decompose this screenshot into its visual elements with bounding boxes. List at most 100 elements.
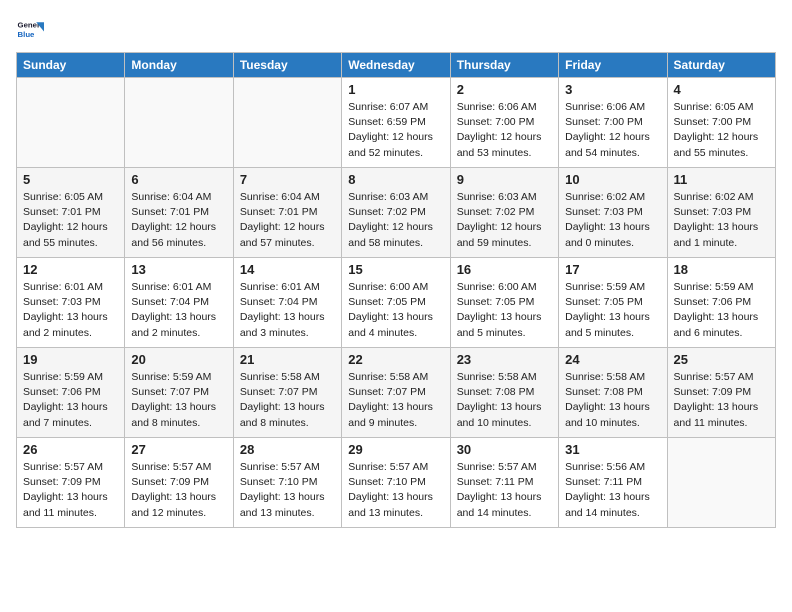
day-info: Sunrise: 5:59 AM Sunset: 7:07 PM Dayligh… — [131, 370, 226, 431]
day-info: Sunrise: 6:02 AM Sunset: 7:03 PM Dayligh… — [565, 190, 660, 251]
day-number: 26 — [23, 442, 118, 457]
day-info: Sunrise: 6:02 AM Sunset: 7:03 PM Dayligh… — [674, 190, 769, 251]
day-info: Sunrise: 6:00 AM Sunset: 7:05 PM Dayligh… — [348, 280, 443, 341]
day-number: 30 — [457, 442, 552, 457]
day-number: 11 — [674, 172, 769, 187]
day-number: 5 — [23, 172, 118, 187]
day-info: Sunrise: 5:59 AM Sunset: 7:06 PM Dayligh… — [674, 280, 769, 341]
calendar-cell: 30 Sunrise: 5:57 AM Sunset: 7:11 PM Dayli… — [450, 438, 558, 528]
day-info: Sunrise: 6:05 AM Sunset: 7:01 PM Dayligh… — [23, 190, 118, 251]
calendar-cell: 18 Sunrise: 5:59 AM Sunset: 7:06 PM Dayli… — [667, 258, 775, 348]
weekday-header-wednesday: Wednesday — [342, 53, 450, 78]
page-header: General Blue — [16, 16, 776, 44]
day-info: Sunrise: 5:57 AM Sunset: 7:10 PM Dayligh… — [348, 460, 443, 521]
calendar-week-row: 1Sunrise: 6:07 AM Sunset: 6:59 PM Daylig… — [17, 78, 776, 168]
day-number: 4 — [674, 82, 769, 97]
day-number: 16 — [457, 262, 552, 277]
calendar-cell: 15 Sunrise: 6:00 AM Sunset: 7:05 PM Dayli… — [342, 258, 450, 348]
calendar-cell — [17, 78, 125, 168]
day-info: Sunrise: 5:58 AM Sunset: 7:07 PM Dayligh… — [348, 370, 443, 431]
calendar-cell: 21 Sunrise: 5:58 AM Sunset: 7:07 PM Dayli… — [233, 348, 341, 438]
calendar-cell: 25 Sunrise: 5:57 AM Sunset: 7:09 PM Dayli… — [667, 348, 775, 438]
calendar-cell: 14 Sunrise: 6:01 AM Sunset: 7:04 PM Dayli… — [233, 258, 341, 348]
day-number: 22 — [348, 352, 443, 367]
day-number: 2 — [457, 82, 552, 97]
day-info: Sunrise: 6:03 AM Sunset: 7:02 PM Dayligh… — [457, 190, 552, 251]
weekday-header-sunday: Sunday — [17, 53, 125, 78]
calendar-cell: 16 Sunrise: 6:00 AM Sunset: 7:05 PM Dayli… — [450, 258, 558, 348]
day-info: Sunrise: 6:04 AM Sunset: 7:01 PM Dayligh… — [131, 190, 226, 251]
weekday-header-monday: Monday — [125, 53, 233, 78]
calendar-cell: 5 Sunrise: 6:05 AM Sunset: 7:01 PM Daylig… — [17, 168, 125, 258]
day-number: 21 — [240, 352, 335, 367]
day-info: Sunrise: 5:59 AM Sunset: 7:05 PM Dayligh… — [565, 280, 660, 341]
day-info: Sunrise: 5:59 AM Sunset: 7:06 PM Dayligh… — [23, 370, 118, 431]
calendar-cell: 1Sunrise: 6:07 AM Sunset: 6:59 PM Daylig… — [342, 78, 450, 168]
weekday-header-saturday: Saturday — [667, 53, 775, 78]
calendar-cell: 7Sunrise: 6:04 AM Sunset: 7:01 PM Daylig… — [233, 168, 341, 258]
day-number: 29 — [348, 442, 443, 457]
calendar-cell: 12 Sunrise: 6:01 AM Sunset: 7:03 PM Dayli… — [17, 258, 125, 348]
logo: General Blue — [16, 16, 48, 44]
day-info: Sunrise: 5:58 AM Sunset: 7:08 PM Dayligh… — [565, 370, 660, 431]
day-number: 19 — [23, 352, 118, 367]
day-info: Sunrise: 6:05 AM Sunset: 7:00 PM Dayligh… — [674, 100, 769, 161]
calendar-cell — [233, 78, 341, 168]
day-number: 9 — [457, 172, 552, 187]
day-info: Sunrise: 6:00 AM Sunset: 7:05 PM Dayligh… — [457, 280, 552, 341]
day-number: 15 — [348, 262, 443, 277]
day-number: 8 — [348, 172, 443, 187]
calendar-cell: 26 Sunrise: 5:57 AM Sunset: 7:09 PM Dayli… — [17, 438, 125, 528]
day-number: 12 — [23, 262, 118, 277]
day-number: 18 — [674, 262, 769, 277]
day-number: 3 — [565, 82, 660, 97]
day-info: Sunrise: 5:58 AM Sunset: 7:08 PM Dayligh… — [457, 370, 552, 431]
day-number: 10 — [565, 172, 660, 187]
day-info: Sunrise: 5:57 AM Sunset: 7:09 PM Dayligh… — [23, 460, 118, 521]
day-number: 1 — [348, 82, 443, 97]
calendar-week-row: 5 Sunrise: 6:05 AM Sunset: 7:01 PM Daylig… — [17, 168, 776, 258]
calendar-cell: 8 Sunrise: 6:03 AM Sunset: 7:02 PM Daylig… — [342, 168, 450, 258]
day-info: Sunrise: 6:06 AM Sunset: 7:00 PM Dayligh… — [457, 100, 552, 161]
day-number: 6 — [131, 172, 226, 187]
calendar-week-row: 26 Sunrise: 5:57 AM Sunset: 7:09 PM Dayli… — [17, 438, 776, 528]
day-info: Sunrise: 5:57 AM Sunset: 7:11 PM Dayligh… — [457, 460, 552, 521]
calendar-cell: 20 Sunrise: 5:59 AM Sunset: 7:07 PM Dayli… — [125, 348, 233, 438]
day-info: Sunrise: 5:57 AM Sunset: 7:09 PM Dayligh… — [674, 370, 769, 431]
calendar-cell: 3 Sunrise: 6:06 AM Sunset: 7:00 PM Daylig… — [559, 78, 667, 168]
logo-icon: General Blue — [16, 16, 44, 44]
calendar-header: SundayMondayTuesdayWednesdayThursdayFrid… — [17, 53, 776, 78]
day-number: 14 — [240, 262, 335, 277]
day-info: Sunrise: 5:57 AM Sunset: 7:09 PM Dayligh… — [131, 460, 226, 521]
day-number: 25 — [674, 352, 769, 367]
calendar-cell: 24 Sunrise: 5:58 AM Sunset: 7:08 PM Dayli… — [559, 348, 667, 438]
day-info: Sunrise: 6:01 AM Sunset: 7:03 PM Dayligh… — [23, 280, 118, 341]
calendar-cell: 17Sunrise: 5:59 AM Sunset: 7:05 PM Dayli… — [559, 258, 667, 348]
day-info: Sunrise: 6:01 AM Sunset: 7:04 PM Dayligh… — [131, 280, 226, 341]
day-number: 27 — [131, 442, 226, 457]
calendar-cell: 27 Sunrise: 5:57 AM Sunset: 7:09 PM Dayli… — [125, 438, 233, 528]
day-info: Sunrise: 5:56 AM Sunset: 7:11 PM Dayligh… — [565, 460, 660, 521]
day-number: 24 — [565, 352, 660, 367]
weekday-header-tuesday: Tuesday — [233, 53, 341, 78]
calendar-table: SundayMondayTuesdayWednesdayThursdayFrid… — [16, 52, 776, 528]
day-info: Sunrise: 6:06 AM Sunset: 7:00 PM Dayligh… — [565, 100, 660, 161]
day-number: 31 — [565, 442, 660, 457]
calendar-cell: 10 Sunrise: 6:02 AM Sunset: 7:03 PM Dayli… — [559, 168, 667, 258]
day-number: 23 — [457, 352, 552, 367]
day-info: Sunrise: 5:57 AM Sunset: 7:10 PM Dayligh… — [240, 460, 335, 521]
calendar-week-row: 19 Sunrise: 5:59 AM Sunset: 7:06 PM Dayli… — [17, 348, 776, 438]
calendar-cell: 22 Sunrise: 5:58 AM Sunset: 7:07 PM Dayli… — [342, 348, 450, 438]
calendar-cell: 29 Sunrise: 5:57 AM Sunset: 7:10 PM Dayli… — [342, 438, 450, 528]
day-number: 20 — [131, 352, 226, 367]
calendar-cell: 9 Sunrise: 6:03 AM Sunset: 7:02 PM Daylig… — [450, 168, 558, 258]
calendar-cell — [125, 78, 233, 168]
calendar-cell: 11 Sunrise: 6:02 AM Sunset: 7:03 PM Dayli… — [667, 168, 775, 258]
weekday-header-thursday: Thursday — [450, 53, 558, 78]
day-info: Sunrise: 6:03 AM Sunset: 7:02 PM Dayligh… — [348, 190, 443, 251]
day-info: Sunrise: 5:58 AM Sunset: 7:07 PM Dayligh… — [240, 370, 335, 431]
day-info: Sunrise: 6:01 AM Sunset: 7:04 PM Dayligh… — [240, 280, 335, 341]
calendar-cell: 13Sunrise: 6:01 AM Sunset: 7:04 PM Dayli… — [125, 258, 233, 348]
calendar-cell: 19 Sunrise: 5:59 AM Sunset: 7:06 PM Dayli… — [17, 348, 125, 438]
calendar-cell: 31 Sunrise: 5:56 AM Sunset: 7:11 PM Dayli… — [559, 438, 667, 528]
